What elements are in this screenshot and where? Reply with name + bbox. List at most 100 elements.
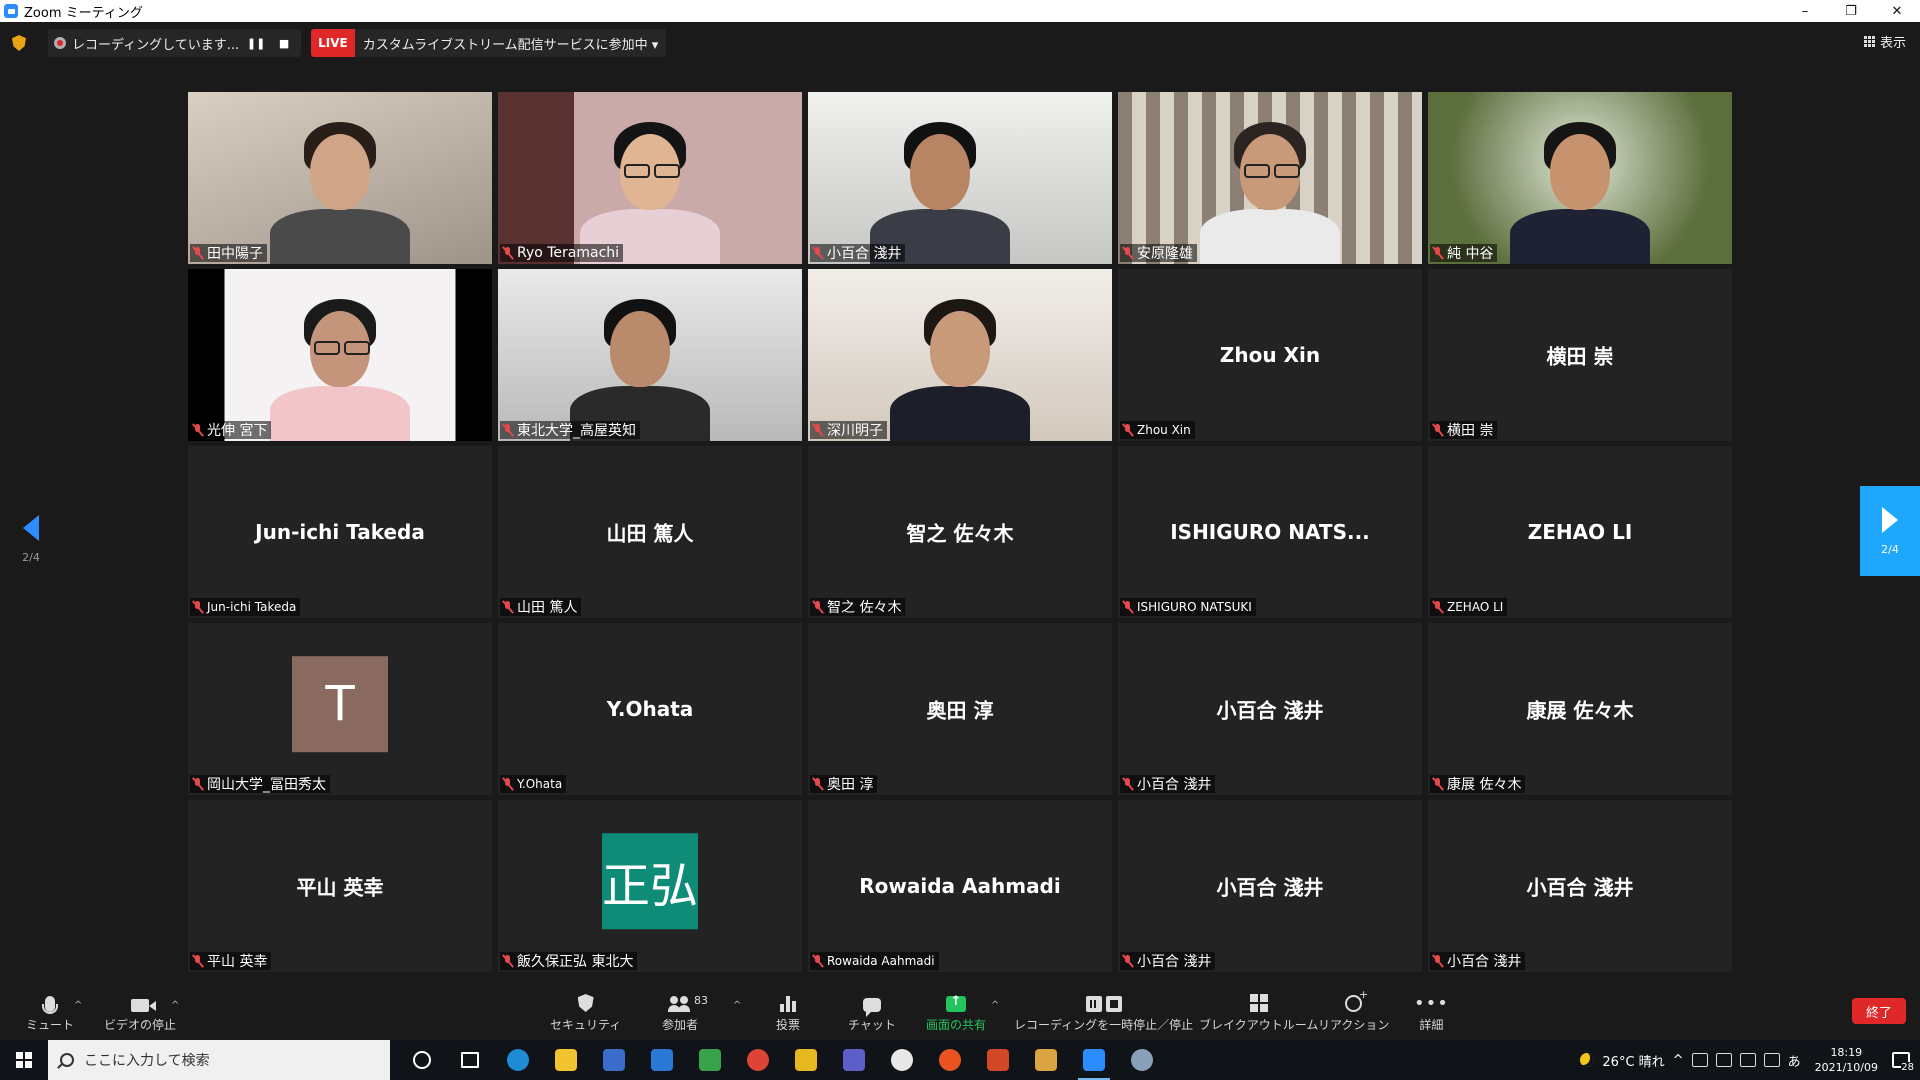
poll-chart-icon xyxy=(780,996,796,1012)
participant-tile[interactable]: 純 中谷 xyxy=(1428,92,1732,264)
zoom-icon-glyph xyxy=(1083,1049,1105,1071)
participant-tile[interactable]: 小百合 淺井 小百合 淺井 xyxy=(1428,800,1732,972)
breakout-rooms-button[interactable]: ブレイクアウトルーム xyxy=(1199,990,1318,1033)
encryption-shield-icon[interactable] xyxy=(12,35,26,51)
tray-overflow-icon[interactable]: ^ xyxy=(1673,1053,1684,1068)
participant-tile[interactable]: 深川明子 xyxy=(808,269,1112,441)
participants-button[interactable]: 83 参加者 xyxy=(662,990,708,1033)
participant-tile[interactable]: ZEHAO LI ZEHAO LI xyxy=(1428,446,1732,618)
taskbar-cortana-icon[interactable] xyxy=(398,1040,446,1080)
participant-tile[interactable]: Ryo Teramachi xyxy=(498,92,802,264)
recording-status-text: レコーディングしています... xyxy=(72,37,240,53)
participant-display-name: 康展 佐々木 xyxy=(1526,698,1634,723)
previous-page-button[interactable]: 2/4 xyxy=(18,515,44,564)
taskbar-notes-icon[interactable] xyxy=(782,1040,830,1080)
participant-name-label: ISHIGURO NATSUKI xyxy=(1120,598,1256,616)
stop-video-label: ビデオの停止 xyxy=(104,1018,177,1032)
view-button[interactable]: 表示 xyxy=(1863,32,1906,51)
participant-tile[interactable]: Zhou Xin Zhou Xin xyxy=(1118,269,1422,441)
stop-video-button[interactable]: ビデオの停止 xyxy=(104,990,176,1033)
participant-tile[interactable]: ISHIGURO NATS... ISHIGURO NATSUKI xyxy=(1118,446,1422,618)
close-button[interactable]: ✕ xyxy=(1874,0,1920,22)
minimize-button[interactable]: – xyxy=(1782,0,1828,22)
restore-button[interactable]: ❐ xyxy=(1828,0,1874,22)
clock[interactable]: 18:19 2021/10/09 xyxy=(1815,1045,1878,1075)
tray-app-icon[interactable] xyxy=(1691,1053,1708,1067)
page-indicator-left: 2/4 xyxy=(22,551,40,564)
participant-tile[interactable]: 奥田 淳奥田 淳 xyxy=(808,623,1112,795)
onedrive-cloud-icon[interactable] xyxy=(1739,1053,1756,1067)
participant-tile[interactable]: T 岡山大学_冨田秀太 xyxy=(188,623,492,795)
more-button[interactable]: ••• 詳細 xyxy=(1414,990,1449,1033)
taskbar-ubuntu-icon[interactable] xyxy=(926,1040,974,1080)
reactions-button[interactable]: リアクション xyxy=(1318,988,1389,1033)
taskbar-zoom-icon[interactable] xyxy=(1070,1040,1118,1080)
security-shield-icon xyxy=(577,994,594,1012)
participant-tile[interactable]: 光伸 宮下 xyxy=(188,269,492,441)
taskbar-store-icon[interactable] xyxy=(590,1040,638,1080)
participant-tile[interactable]: Rowaida Aahmadi Rowaida Aahmadi xyxy=(808,800,1112,972)
participant-tile[interactable]: 平山 英幸 平山 英幸 xyxy=(188,800,492,972)
participant-tile[interactable]: 東北大学_高屋英知 xyxy=(498,269,802,441)
mute-button[interactable]: ミュート xyxy=(26,990,74,1033)
polls-button[interactable]: 投票 xyxy=(776,990,800,1033)
participant-name-label: ZEHAO LI xyxy=(1430,598,1508,616)
start-button[interactable] xyxy=(0,1040,48,1080)
participant-tile[interactable]: 小百合 淺井 小百合 淺井 xyxy=(1118,800,1422,972)
participant-name-label: 横田 崇 xyxy=(1430,421,1498,439)
participant-name-label: 山田 篤人 xyxy=(500,598,582,616)
end-meeting-button[interactable]: 終了 xyxy=(1851,998,1906,1024)
taskbar-terminal-icon[interactable] xyxy=(686,1040,734,1080)
participant-tile[interactable]: 正弘 飯久保正弘 東北大 xyxy=(498,800,802,972)
notification-center-icon[interactable]: 28 xyxy=(1892,1052,1914,1073)
audio-options-caret-icon[interactable]: ^ xyxy=(74,1000,82,1011)
video-options-caret-icon[interactable]: ^ xyxy=(171,1000,179,1011)
muted-microphone-icon xyxy=(1432,777,1444,791)
pause-stop-recording-icon xyxy=(1085,996,1122,1012)
taskbar-chrome-icon[interactable] xyxy=(734,1040,782,1080)
participant-tile[interactable]: 小百合 淺井 小百合 淺井 xyxy=(1118,623,1422,795)
taskbar-mail-icon[interactable] xyxy=(638,1040,686,1080)
share-screen-button[interactable]: 画面の共有 xyxy=(926,990,986,1033)
taskbar-task-view-icon[interactable] xyxy=(446,1040,494,1080)
participant-tile[interactable]: 横田 崇横田 崇 xyxy=(1428,269,1732,441)
participant-tile[interactable]: 智之 佐々木 智之 佐々木 xyxy=(808,446,1112,618)
taskbar-explorer-icon[interactable] xyxy=(542,1040,590,1080)
task-view-icon-glyph xyxy=(461,1052,479,1068)
pause-recording-icon[interactable]: ❚❚ xyxy=(245,32,267,54)
arrow-right-icon xyxy=(1882,506,1898,533)
weather-text[interactable]: 26°C 晴れ xyxy=(1602,1051,1664,1070)
participant-tile[interactable]: Y.Ohata Y.Ohata xyxy=(498,623,802,795)
participant-tile[interactable]: Jun-ichi Takeda Jun-ichi Takeda xyxy=(188,446,492,618)
taskbar-app-icon[interactable] xyxy=(1118,1040,1166,1080)
participant-tile[interactable]: 小百合 淺井 xyxy=(808,92,1112,264)
participant-name: 小百合 淺井 xyxy=(1137,777,1212,793)
taskbar-powerpoint-icon[interactable] xyxy=(974,1040,1022,1080)
more-label: 詳細 xyxy=(1419,1018,1444,1032)
pause-stop-recording-button[interactable]: レコーディングを一時停止／停止 xyxy=(1014,990,1193,1033)
participant-tile[interactable]: 康展 佐々木 康展 佐々木 xyxy=(1428,623,1732,795)
taskbar-search[interactable]: ここに入力して検索 xyxy=(48,1040,390,1080)
participant-video-feed xyxy=(498,269,802,441)
network-icon[interactable] xyxy=(1715,1053,1732,1067)
taskbar-slack-icon[interactable] xyxy=(878,1040,926,1080)
gallery-view: 田中陽子 Ryo Teramachi 小百合 淺井 安原隆雄純 中谷 光伸 宮下 東北大学… xyxy=(188,92,1732,972)
mute-label: ミュート xyxy=(26,1018,75,1032)
participants-caret-icon[interactable]: ^ xyxy=(733,1000,741,1011)
participant-tile[interactable]: 安原隆雄 xyxy=(1118,92,1422,264)
participant-tile[interactable]: 田中陽子 xyxy=(188,92,492,264)
participant-name-label: 小百合 淺井 xyxy=(1430,952,1526,970)
taskbar-paint-icon[interactable] xyxy=(1022,1040,1070,1080)
taskbar-teams-icon[interactable] xyxy=(830,1040,878,1080)
next-page-button[interactable]: 2/4 xyxy=(1860,486,1920,576)
muted-microphone-icon xyxy=(502,600,514,614)
stop-recording-icon[interactable]: ■ xyxy=(273,32,295,54)
ime-indicator[interactable]: あ xyxy=(1788,1051,1801,1070)
taskbar-edge-icon[interactable] xyxy=(494,1040,542,1080)
volume-icon[interactable] xyxy=(1763,1053,1780,1067)
live-stream-indicator[interactable]: LIVE カスタムライブストリーム配信サービスに参加中 ▾ xyxy=(311,29,667,57)
chat-button[interactable]: チャット xyxy=(848,990,896,1033)
share-options-caret-icon[interactable]: ^ xyxy=(991,1000,999,1011)
security-button[interactable]: セキュリティ xyxy=(550,990,621,1033)
participant-tile[interactable]: 山田 篤人 山田 篤人 xyxy=(498,446,802,618)
